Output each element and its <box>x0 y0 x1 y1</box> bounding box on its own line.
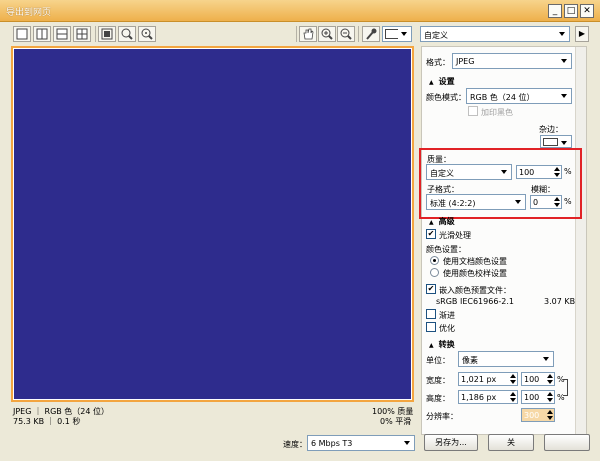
zoom-custom-icon[interactable] <box>138 26 156 42</box>
toolbar-separator <box>296 26 297 42</box>
maximize-button[interactable]: □ <box>564 4 578 18</box>
spinner-icon[interactable] <box>545 391 554 403</box>
matte-label: 杂边： <box>539 125 563 134</box>
preview-canvas[interactable] <box>14 49 411 399</box>
spinner-icon[interactable] <box>508 391 517 403</box>
add-black-label: 加印黑色 <box>481 108 513 117</box>
format-select[interactable]: JPEG <box>452 53 572 69</box>
color-settings-label: 颜色设置： <box>426 245 466 254</box>
eyedropper-icon[interactable] <box>362 26 380 42</box>
minimize-button[interactable]: _ <box>548 4 562 18</box>
split-horizontal-icon[interactable] <box>53 26 71 42</box>
advanced-section-header[interactable]: 高级 <box>429 216 455 227</box>
color-mode-label: 颜色模式： <box>426 93 466 102</box>
chevron-down-icon <box>398 27 411 41</box>
preset-select[interactable]: 自定义 <box>420 26 570 42</box>
chevron-down-icon <box>540 352 553 366</box>
color-swatch-picker[interactable] <box>382 26 412 42</box>
height-percent-value: 100 <box>524 393 540 402</box>
zoom-fit-icon[interactable] <box>98 26 116 42</box>
progressive-checkbox[interactable] <box>426 309 436 319</box>
radio-doc-color-label: 使用文档颜色设置 <box>443 257 507 266</box>
window-title: 导出到网页 <box>6 8 52 18</box>
format-label: 格式： <box>426 58 450 67</box>
add-black-checkbox[interactable] <box>468 106 478 116</box>
profile-name: sRGB IEC61966-2.1 <box>436 297 515 306</box>
width-label: 宽度： <box>426 376 450 385</box>
zoom-in-icon[interactable] <box>318 26 336 42</box>
height-label: 高度： <box>426 394 450 403</box>
aspect-lock-bracket-icon[interactable] <box>563 379 568 396</box>
settings-section-header[interactable]: 设置 <box>429 76 455 87</box>
spinner-icon[interactable] <box>508 373 517 385</box>
width-percent-value: 100 <box>524 375 540 384</box>
embed-profile-label: 嵌入颜色预置文件： <box>439 286 511 295</box>
panel-scrollbar[interactable] <box>575 47 586 434</box>
chevron-down-icon <box>401 436 414 450</box>
color-mode-value: RGB 色（24 位） <box>470 93 535 102</box>
chevron-down-icon <box>556 27 569 41</box>
spinner-icon[interactable] <box>545 373 554 385</box>
smooth-checkbox[interactable]: ✔ <box>426 229 436 239</box>
status-size: 75.3 KB ｜ 0.1 秒 <box>13 417 81 426</box>
speed-label: 速度： <box>283 440 307 449</box>
width-percent-input[interactable]: 100 <box>521 372 555 386</box>
resolution-value: 300 <box>524 411 540 420</box>
radio-proof-color-label: 使用颜色校样设置 <box>443 269 507 278</box>
zoom-out-icon[interactable] <box>337 26 355 42</box>
profile-size: 3.07 KB <box>544 297 576 306</box>
matte-color-select[interactable] <box>540 135 572 148</box>
unit-select[interactable]: 像素 <box>458 351 554 367</box>
format-value: JPEG <box>456 57 475 66</box>
chevron-down-icon <box>558 54 571 68</box>
quad-view-icon[interactable] <box>73 26 91 42</box>
speed-select[interactable]: 6 Mbps T3 <box>307 435 415 451</box>
toolbar-separator <box>358 26 359 42</box>
radio-doc-color[interactable] <box>430 256 439 265</box>
toolbar-separator <box>95 26 96 42</box>
hand-tool-icon[interactable] <box>299 26 317 42</box>
height-input[interactable]: 1,186 px <box>458 390 518 404</box>
height-percent-input[interactable]: 100 <box>521 390 555 404</box>
smooth-label: 光滑处理 <box>439 231 471 240</box>
preset-value: 自定义 <box>424 31 448 40</box>
close-button[interactable]: ✕ <box>580 4 594 18</box>
unit-label: 单位： <box>426 356 450 365</box>
single-view-icon[interactable] <box>13 26 31 42</box>
transform-section-header[interactable]: 转换 <box>429 339 455 350</box>
spinner-icon[interactable] <box>545 409 554 421</box>
embed-profile-checkbox[interactable]: ✔ <box>426 284 436 294</box>
width-value: 1,021 px <box>461 375 497 384</box>
width-input[interactable]: 1,021 px <box>458 372 518 386</box>
save-as-button[interactable]: 另存为... <box>424 434 478 451</box>
panel-menu-arrow-icon[interactable]: ▶ <box>575 26 589 42</box>
unit-value: 像素 <box>462 356 478 365</box>
quality-highlight-box <box>419 148 582 219</box>
progressive-label: 渐进 <box>439 311 455 320</box>
resolution-label: 分辨率： <box>426 412 458 421</box>
optimize-label: 优化 <box>439 324 455 333</box>
radio-proof-color[interactable] <box>430 268 439 277</box>
chevron-down-icon <box>558 136 571 147</box>
resolution-input[interactable]: 300 <box>521 408 555 422</box>
optimize-checkbox[interactable] <box>426 322 436 332</box>
speed-value: 6 Mbps T3 <box>311 439 353 448</box>
close-dialog-button[interactable]: 关 <box>488 434 534 451</box>
color-swatch <box>385 29 399 39</box>
chevron-down-icon <box>558 89 571 103</box>
cancel-button[interactable] <box>544 434 590 451</box>
height-value: 1,186 px <box>461 393 497 402</box>
zoom-1to1-icon[interactable] <box>118 26 136 42</box>
split-vertical-icon[interactable] <box>33 26 51 42</box>
title-bar: 导出到网页 _ □ ✕ <box>0 0 600 22</box>
color-mode-select[interactable]: RGB 色（24 位） <box>466 88 572 104</box>
matte-swatch <box>543 138 558 146</box>
status-smoothing: 0% 平滑 <box>380 417 412 426</box>
